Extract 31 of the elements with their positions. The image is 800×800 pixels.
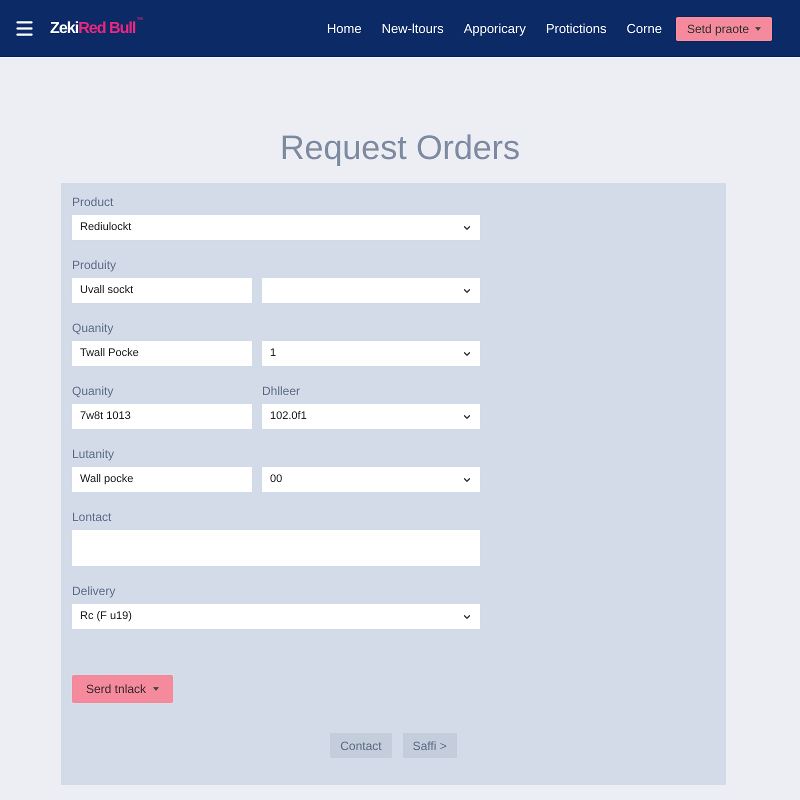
field-label: Lontact (72, 509, 112, 526)
dropdown-field[interactable] (262, 278, 480, 303)
field-label: Delivery (72, 583, 116, 600)
input-field[interactable]: Wall pocke (72, 467, 252, 492)
nav-link[interactable]: Corne (626, 18, 662, 38)
nav-link[interactable]: Home (326, 18, 362, 38)
dropdown-field[interactable]: Rediulockt (72, 215, 480, 240)
field-label: Product (72, 194, 114, 211)
field-label: Produity (72, 257, 116, 274)
nav-link[interactable]: New-ltours (382, 18, 444, 38)
caret-down-icon (755, 26, 761, 30)
action-button[interactable]: Setd praote (676, 16, 772, 40)
text-area-field[interactable] (72, 530, 480, 566)
dropdown-field[interactable]: 1 (262, 341, 480, 366)
logo-text[interactable]: Zeki (50, 16, 78, 40)
menu-icon[interactable] (14, 18, 35, 39)
nav-link[interactable]: Protictions (546, 18, 607, 38)
dropdown-field[interactable]: Rc (F u19) (72, 604, 480, 629)
nav-link[interactable]: Apporicary (464, 18, 526, 38)
field-label: Quanity (72, 320, 114, 337)
send-button[interactable]: Serd tnlack (72, 675, 174, 703)
caret-down-icon (153, 687, 160, 691)
input-field[interactable]: Twall Pocke (72, 341, 252, 366)
field-label: Quanity (72, 383, 114, 400)
input-field[interactable]: 7w8t 1013 (72, 404, 252, 429)
input-field[interactable]: Uvall sockt (72, 278, 252, 303)
dropdown-field[interactable]: 00 (262, 467, 480, 492)
page-title: Request Orders (279, 128, 521, 168)
field-label: Lutanity (72, 446, 114, 463)
field-label: Dhlleer (262, 383, 300, 400)
dropdown-field[interactable]: 102.0f1 (262, 404, 480, 429)
